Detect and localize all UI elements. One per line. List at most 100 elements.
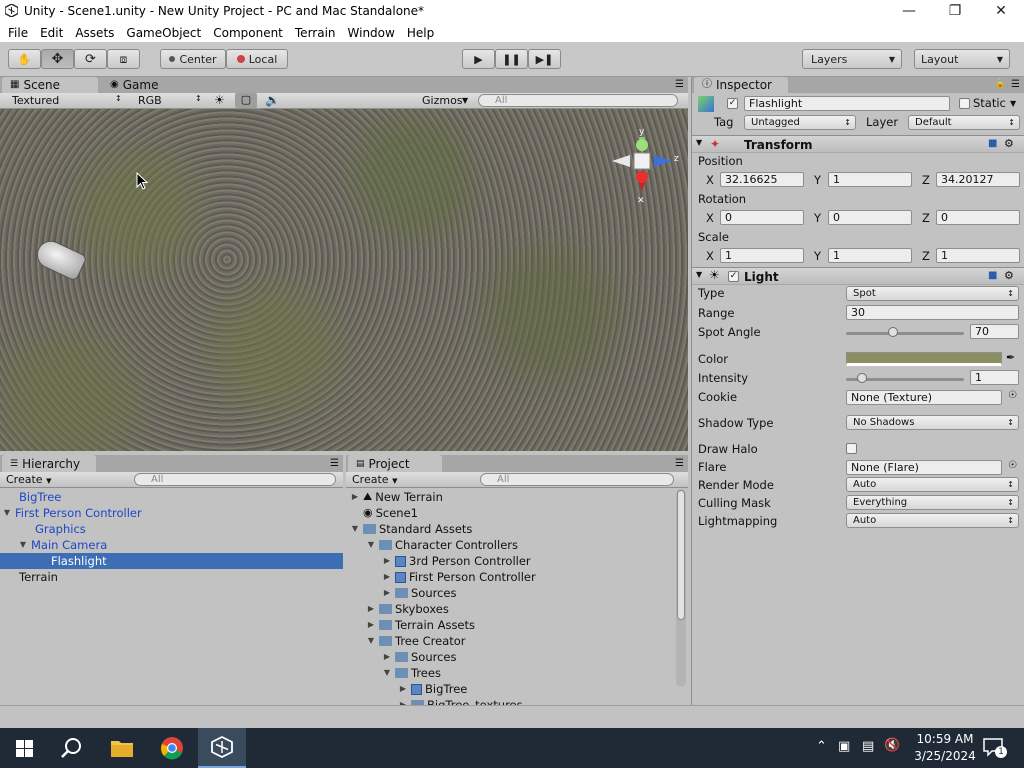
search-button[interactable] xyxy=(48,728,96,768)
position-x-field[interactable]: 32.16625 xyxy=(720,172,804,187)
project-item[interactable]: ▶ BigTree xyxy=(398,681,467,697)
transform-header[interactable]: ▼ ✦ Transform ■ ⚙ xyxy=(692,135,1024,153)
light-type-dropdown[interactable]: Spot xyxy=(846,286,1019,301)
layer-dropdown[interactable]: Default xyxy=(908,115,1020,130)
flare-field[interactable]: None (Flare) xyxy=(846,460,1002,475)
project-item[interactable]: ▶ Terrain Assets xyxy=(366,617,475,633)
notification-button[interactable]: 1 xyxy=(982,736,1007,758)
close-button[interactable]: ✕ xyxy=(978,0,1024,23)
hierarchy-item[interactable]: BigTree xyxy=(6,489,61,505)
scene-search-input[interactable]: All xyxy=(478,94,678,107)
tab-scene[interactable]: ▦ Scene xyxy=(2,77,98,93)
position-z-field[interactable]: 34.20127 xyxy=(936,172,1020,187)
menu-terrain[interactable]: Terrain xyxy=(295,26,336,40)
menu-window[interactable]: Window xyxy=(348,26,395,40)
expand-arrow-icon[interactable]: ▶ xyxy=(382,553,392,569)
range-field[interactable]: 30 xyxy=(846,305,1019,320)
hierarchy-item-selected[interactable]: Flashlight xyxy=(0,553,343,569)
network-tray-icon[interactable]: ▤ xyxy=(862,739,874,754)
scene-orientation-gizmo[interactable]: ✕ y z xyxy=(606,127,682,211)
expand-arrow-icon[interactable]: ▼ xyxy=(366,633,376,649)
intensity-field[interactable]: 1 xyxy=(970,370,1019,385)
scrollbar-thumb[interactable] xyxy=(677,490,685,620)
expand-arrow-icon[interactable]: ▶ xyxy=(366,601,376,617)
project-item[interactable]: ▶ ⛰ New Terrain xyxy=(350,489,443,505)
spot-angle-slider[interactable] xyxy=(846,332,964,335)
expand-arrow-icon[interactable]: ▼ xyxy=(366,537,376,553)
rotate-tool-button[interactable]: ⟳ xyxy=(74,49,107,69)
hierarchy-create-button[interactable]: Create ▼ xyxy=(6,473,51,486)
scale-z-field[interactable]: 1 xyxy=(936,248,1020,263)
rotation-y-field[interactable]: 0 xyxy=(828,210,912,225)
draw-halo-checkbox[interactable] xyxy=(846,443,857,454)
hierarchy-item[interactable]: Terrain xyxy=(6,569,58,585)
render-mode-dropdown[interactable]: Auto xyxy=(846,477,1019,492)
gear-icon[interactable]: ⚙ xyxy=(1004,269,1014,282)
tab-inspector[interactable]: ⓘ Inspector xyxy=(694,77,788,93)
show-hidden-icons-button[interactable]: ⌃ xyxy=(816,739,827,754)
chrome-button[interactable] xyxy=(148,728,196,768)
menu-component[interactable]: Component xyxy=(213,26,283,40)
collapse-arrow-icon[interactable]: ▼ xyxy=(696,138,702,147)
project-item[interactable]: ▶ Skyboxes xyxy=(366,601,449,617)
project-item[interactable]: ▼ Tree Creator xyxy=(366,633,466,649)
menu-edit[interactable]: Edit xyxy=(40,26,63,40)
expand-arrow-icon[interactable]: ▼ xyxy=(18,537,28,553)
expand-arrow-icon[interactable]: ▶ xyxy=(398,697,408,705)
pause-button[interactable]: ❚❚ xyxy=(495,49,528,69)
menu-assets[interactable]: Assets xyxy=(75,26,114,40)
tag-dropdown[interactable]: Untagged xyxy=(744,115,856,130)
project-item[interactable]: ▶ 3rd Person Controller xyxy=(382,553,531,569)
help-book-icon[interactable]: ■ xyxy=(988,138,997,149)
clock-date[interactable]: 3/25/2024 xyxy=(912,749,978,763)
color-swatch[interactable] xyxy=(846,352,1002,366)
spot-angle-slider-handle[interactable] xyxy=(888,327,898,337)
gear-icon[interactable]: ⚙ xyxy=(1004,137,1014,150)
lighting-toggle-icon[interactable]: ☀ xyxy=(214,93,225,107)
expand-arrow-icon[interactable]: ▶ xyxy=(382,649,392,665)
lock-icon[interactable]: 🔒 xyxy=(995,79,1006,89)
project-item[interactable]: ▶ Sources xyxy=(382,585,457,601)
pivot-local-button[interactable]: Local xyxy=(226,49,288,69)
volume-muted-icon[interactable]: 🔇 xyxy=(884,738,900,753)
dropdown-arrow-icon[interactable]: ▼ xyxy=(1010,99,1016,108)
project-item[interactable]: ▼ Character Controllers xyxy=(366,537,518,553)
project-scrollbar[interactable] xyxy=(676,489,686,687)
maximize-button[interactable]: ❐ xyxy=(932,0,978,23)
lightmapping-dropdown[interactable]: Auto xyxy=(846,513,1019,528)
scene-viewport[interactable]: ✕ y z xyxy=(0,109,688,451)
project-item[interactable]: ▶ First Person Controller xyxy=(382,569,536,585)
panel-menu-icon[interactable]: ☰ xyxy=(675,458,684,469)
clock-time[interactable]: 10:59 AM xyxy=(916,732,974,746)
light-header[interactable]: ▼ ☀ ✓ Light ■ ⚙ xyxy=(692,267,1024,285)
hierarchy-item[interactable]: Graphics xyxy=(22,521,86,537)
spot-angle-field[interactable]: 70 xyxy=(970,324,1019,339)
help-book-icon[interactable]: ■ xyxy=(988,270,997,281)
menu-gameobject[interactable]: GameObject xyxy=(126,26,201,40)
intensity-slider-handle[interactable] xyxy=(857,373,867,383)
project-item[interactable]: ▶ BigTree_textures xyxy=(398,697,523,705)
expand-arrow-icon[interactable]: ▼ xyxy=(350,521,360,537)
hierarchy-item[interactable]: ▼ First Person Controller xyxy=(2,505,142,521)
static-checkbox[interactable] xyxy=(959,98,970,109)
camera-gizmo-icon[interactable] xyxy=(32,236,88,282)
expand-arrow-icon[interactable]: ▶ xyxy=(382,569,392,585)
expand-arrow-icon[interactable]: ▼ xyxy=(2,505,12,521)
eyedropper-icon[interactable]: ✒ xyxy=(1006,351,1015,364)
color-mode-dropdown[interactable]: RGB xyxy=(138,94,162,107)
culling-mask-dropdown[interactable]: Everything xyxy=(846,495,1019,510)
tab-hierarchy[interactable]: ☰ Hierarchy xyxy=(2,455,96,472)
file-explorer-button[interactable] xyxy=(98,728,146,768)
panel-menu-icon[interactable]: ☰ xyxy=(1011,79,1020,90)
render-mode-dropdown[interactable]: Textured xyxy=(12,94,59,107)
play-button[interactable]: ▶ xyxy=(462,49,495,69)
hand-tool-button[interactable]: ✋ xyxy=(8,49,41,69)
expand-arrow-icon[interactable]: ▼ xyxy=(382,665,392,681)
rotation-x-field[interactable]: 0 xyxy=(720,210,804,225)
tab-game[interactable]: ◉ Game xyxy=(102,77,188,93)
expand-arrow-icon[interactable]: ▶ xyxy=(398,681,408,697)
object-name-field[interactable]: Flashlight xyxy=(744,96,950,111)
step-button[interactable]: ▶❚ xyxy=(528,49,561,69)
unity-taskbar-button[interactable] xyxy=(198,728,246,768)
gizmos-dropdown[interactable]: Gizmos xyxy=(422,94,463,107)
